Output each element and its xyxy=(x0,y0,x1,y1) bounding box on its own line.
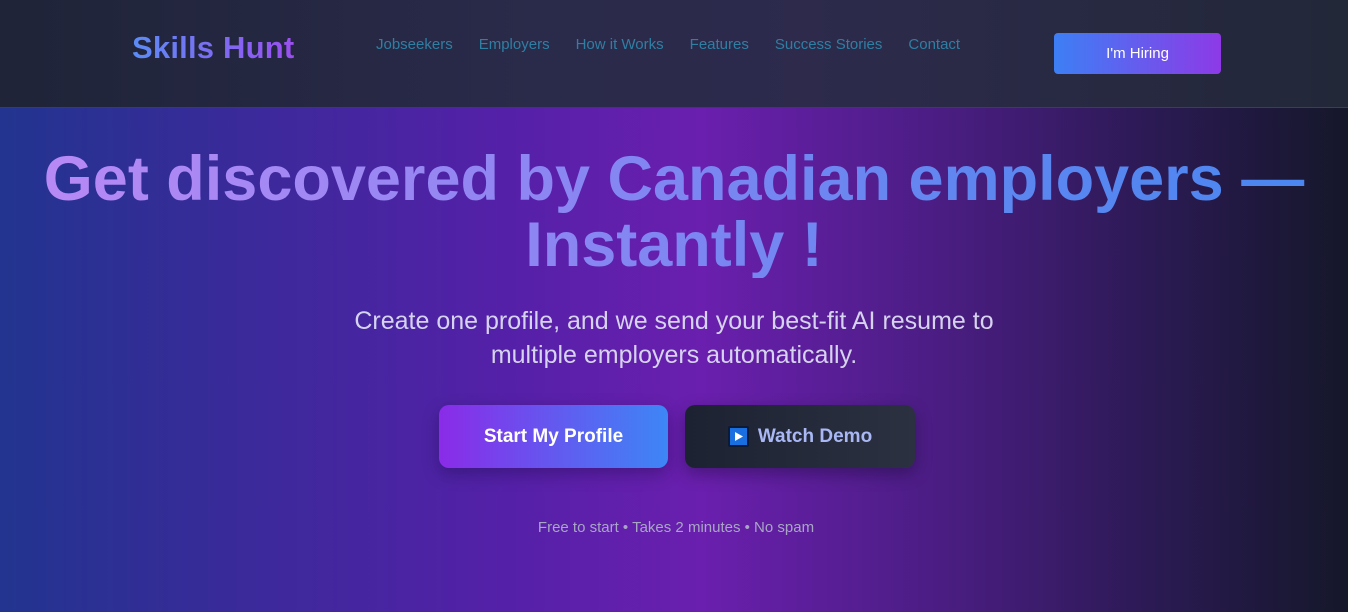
logo[interactable]: Skills Hunt xyxy=(132,30,294,66)
im-hiring-button[interactable]: I'm Hiring xyxy=(1054,33,1221,74)
nav-link-how-it-works[interactable]: How it Works xyxy=(576,36,664,53)
hero-title-line-1: Get discovered by Canadian employers — xyxy=(43,144,1305,214)
hero-subtitle-line-1: Create one profile, and we send your bes… xyxy=(354,307,994,335)
landing-page: Skills Hunt Jobseekers Employers How it … xyxy=(0,0,1348,612)
nav-link-success-stories[interactable]: Success Stories xyxy=(775,36,883,53)
start-my-profile-button[interactable]: Start My Profile xyxy=(439,405,668,468)
play-button-icon xyxy=(727,426,749,447)
nav-link-jobseekers[interactable]: Jobseekers xyxy=(376,36,453,53)
hero-title: Get discovered by Canadian employers — I… xyxy=(40,146,1308,278)
watch-demo-button[interactable]: Watch Demo xyxy=(685,405,915,468)
hero-section: Get discovered by Canadian employers — I… xyxy=(0,108,1348,612)
watch-demo-label: Watch Demo xyxy=(757,425,873,447)
nav-link-contact[interactable]: Contact xyxy=(908,36,960,53)
hero-note: Free to start • Takes 2 minutes • No spa… xyxy=(537,519,815,536)
main-nav: Jobseekers Employers How it Works Featur… xyxy=(376,36,960,53)
hero-actions: Start My Profile Watch Demo xyxy=(439,405,915,468)
site-header: Skills Hunt Jobseekers Employers How it … xyxy=(0,0,1348,108)
nav-link-employers[interactable]: Employers xyxy=(479,36,550,53)
hero-title-line-2: Instantly ! xyxy=(525,210,823,280)
nav-link-features[interactable]: Features xyxy=(690,36,749,53)
hero-subtitle: Create one profile, and we send your bes… xyxy=(324,304,1024,372)
hero-subtitle-line-2: multiple employers automatically. xyxy=(490,341,858,369)
